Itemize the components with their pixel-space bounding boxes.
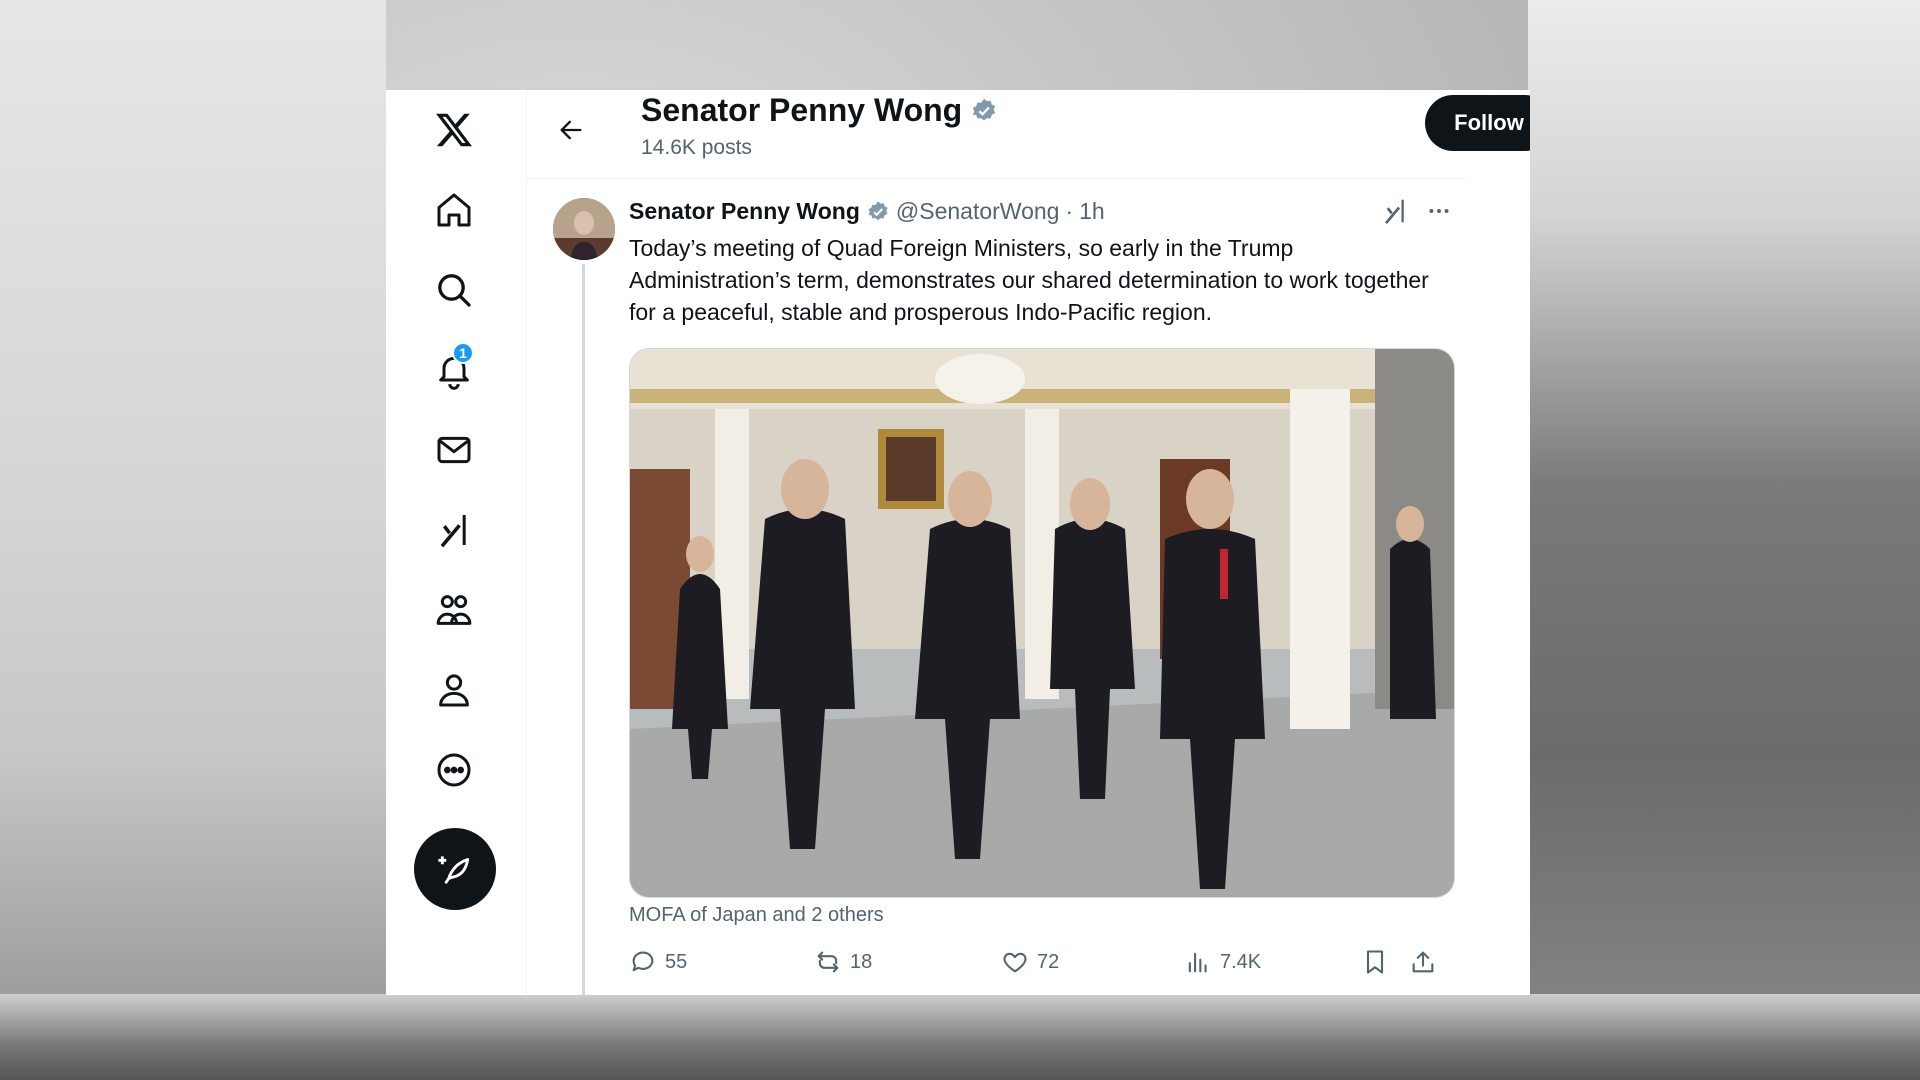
- tweet-text: Today’s meeting of Quad Foreign Minister…: [629, 235, 1429, 325]
- search-icon[interactable]: [426, 262, 482, 318]
- reply-icon: [632, 951, 654, 972]
- more-icon[interactable]: [426, 742, 482, 798]
- tweet-author-name[interactable]: Senator Penny Wong: [629, 198, 860, 225]
- background-blur-right: [1528, 0, 1920, 1080]
- reply-count: 55: [665, 950, 688, 973]
- background-blur-bottom: [0, 994, 1920, 1080]
- grok-explain-icon[interactable]: [1380, 196, 1410, 226]
- verified-badge-icon: [868, 201, 888, 220]
- tweet-separator: ·: [1065, 198, 1074, 224]
- background-blur-left: [0, 0, 386, 1080]
- verified-badge-icon: [973, 98, 996, 120]
- sidebar-nav: 1: [386, 90, 527, 995]
- thread-line: [582, 264, 585, 995]
- share-button[interactable]: [1409, 948, 1437, 976]
- repost-icon: [817, 951, 839, 973]
- home-icon[interactable]: [426, 182, 482, 238]
- profile-name: Senator Penny Wong: [641, 92, 963, 128]
- profile-header: Senator Penny Wong 14.6K posts Follow: [527, 90, 1530, 179]
- follow-button[interactable]: Follow: [1425, 95, 1530, 151]
- tweet-actions: 55 18 72 7.4K: [629, 948, 1459, 988]
- like-button[interactable]: 72: [1001, 948, 1059, 976]
- repost-button[interactable]: 18: [814, 948, 872, 976]
- tweet-more-icon[interactable]: [1422, 198, 1456, 224]
- profile-icon[interactable]: [426, 662, 482, 718]
- views-count: 7.4K: [1220, 950, 1262, 973]
- tweet-handle[interactable]: @SenatorWong: [896, 198, 1060, 225]
- messages-icon[interactable]: [426, 422, 482, 478]
- tweet-header: Senator Penny Wong @SenatorWong · 1h: [629, 198, 1105, 225]
- notifications-badge: 1: [452, 342, 474, 364]
- grok-icon[interactable]: [426, 502, 482, 558]
- analytics-icon: [1188, 952, 1207, 973]
- x-app-window: 1 Senator Penny Wong 14.6K posts Follow …: [386, 90, 1530, 995]
- views-button[interactable]: 7.4K: [1184, 948, 1261, 976]
- back-arrow-icon[interactable]: [551, 110, 591, 150]
- notifications-icon[interactable]: 1: [426, 342, 482, 398]
- posts-count: 14.6K posts: [641, 136, 752, 159]
- bookmark-button[interactable]: [1361, 948, 1389, 976]
- share-icon: [1412, 951, 1434, 973]
- tweet-photo[interactable]: [629, 348, 1455, 898]
- page-title: Senator Penny Wong: [641, 92, 998, 129]
- tweet-time[interactable]: 1h: [1079, 198, 1105, 225]
- communities-icon[interactable]: [426, 582, 482, 638]
- x-logo-icon[interactable]: [426, 102, 482, 158]
- repost-count: 18: [850, 950, 873, 973]
- tagged-accounts[interactable]: MOFA of Japan and 2 others: [629, 904, 884, 927]
- like-count: 72: [1037, 950, 1060, 973]
- bookmark-icon: [1366, 950, 1384, 974]
- reply-button[interactable]: 55: [629, 948, 687, 976]
- heart-icon: [1003, 952, 1027, 973]
- avatar[interactable]: [553, 198, 615, 260]
- compose-post-button[interactable]: [414, 828, 496, 910]
- compose-post-icon: [438, 856, 470, 885]
